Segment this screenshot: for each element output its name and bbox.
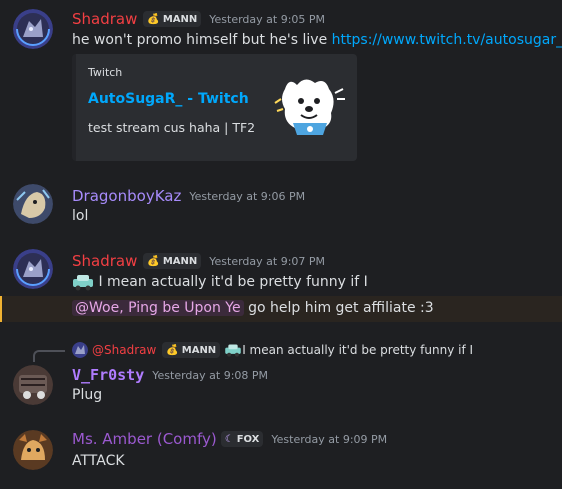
avatar[interactable] — [13, 365, 53, 405]
twitch-link[interactable]: https://www.twitch.tv/autosugar_ — [332, 32, 562, 48]
mention-highlight-row: @Woe, Ping be Upon Ye go help him get af… — [0, 296, 562, 322]
timestamp: Yesterday at 9:09 PM — [271, 432, 388, 446]
embed-thumbnail[interactable] — [271, 69, 349, 141]
money-bag-icon: 💰 — [147, 255, 160, 267]
car-emoji-icon — [73, 275, 93, 291]
avatar[interactable] — [13, 184, 53, 224]
message-4: V_Fr0sty Yesterday at 9:08 PM Plug — [0, 360, 562, 410]
reply-role-tag: 💰 MANN — [162, 342, 221, 358]
car-emoji-icon — [225, 344, 241, 357]
link-embed: Twitch AutoSugaR_ - Twitch test stream c… — [72, 54, 357, 161]
message-1: Shadraw 💰 MANN Yesterday at 9:05 PM he wo… — [0, 0, 562, 170]
embed-description: test stream cus haha | TF2 — [88, 120, 256, 135]
avatar[interactable] — [13, 9, 53, 49]
user-mention[interactable]: @Woe, Ping be Upon Ye — [72, 300, 244, 316]
embed-title[interactable]: AutoSugaR_ - Twitch — [88, 91, 249, 107]
role-tag[interactable]: 💰 MANN — [143, 253, 202, 269]
message-text: lol — [72, 208, 89, 224]
message-text-prefix: he won't promo himself but he's live — [72, 32, 332, 48]
role-tag[interactable]: 💰 MANN — [143, 11, 202, 27]
reply-avatar — [72, 342, 88, 358]
username[interactable]: Shadraw — [72, 252, 137, 270]
username[interactable]: Ms. Amber (Comfy) — [72, 430, 217, 448]
message-text-line2: go help him get affiliate :3 — [243, 300, 434, 316]
reply-text: I mean actually it'd be pretty funny if … — [242, 343, 474, 357]
reply-username[interactable]: @Shadraw — [92, 343, 156, 357]
avatar[interactable] — [13, 430, 53, 470]
message-text: ATTACK — [72, 453, 125, 469]
tag-label: MANN — [181, 344, 217, 356]
username[interactable]: V_Fr0sty — [72, 366, 144, 384]
moon-icon: ☾ — [224, 433, 234, 445]
username[interactable]: DragonboyKaz — [72, 187, 181, 205]
tag-label: MANN — [162, 13, 198, 25]
message-5: Ms. Amber (Comfy) ☾ FOX Yesterday at 9:09… — [0, 420, 562, 489]
message-2: DragonboyKaz Yesterday at 9:06 PM lol — [0, 170, 562, 230]
message-text: I mean actually it'd be pretty funny if … — [72, 273, 368, 291]
message-text-line1: I mean actually it'd be pretty funny if … — [94, 274, 368, 290]
money-bag-icon: 💰 — [166, 344, 179, 356]
money-bag-icon: 💰 — [147, 13, 160, 25]
tag-label: FOX — [236, 433, 260, 445]
avatar[interactable] — [13, 249, 53, 289]
message-text: Plug — [72, 387, 103, 403]
tag-label: MANN — [162, 255, 198, 267]
timestamp: Yesterday at 9:07 PM — [209, 254, 326, 268]
message-text: he won't promo himself but he's live htt… — [72, 32, 562, 48]
timestamp: Yesterday at 9:06 PM — [189, 189, 306, 203]
timestamp: Yesterday at 9:05 PM — [209, 12, 326, 26]
username[interactable]: Shadraw — [72, 10, 137, 28]
embed-provider[interactable]: Twitch — [88, 66, 122, 79]
timestamp: Yesterday at 9:08 PM — [152, 368, 269, 382]
reply-preview[interactable]: @Shadraw 💰 MANN I mean actually it'd be p… — [72, 342, 473, 358]
role-tag[interactable]: ☾ FOX — [220, 431, 264, 447]
